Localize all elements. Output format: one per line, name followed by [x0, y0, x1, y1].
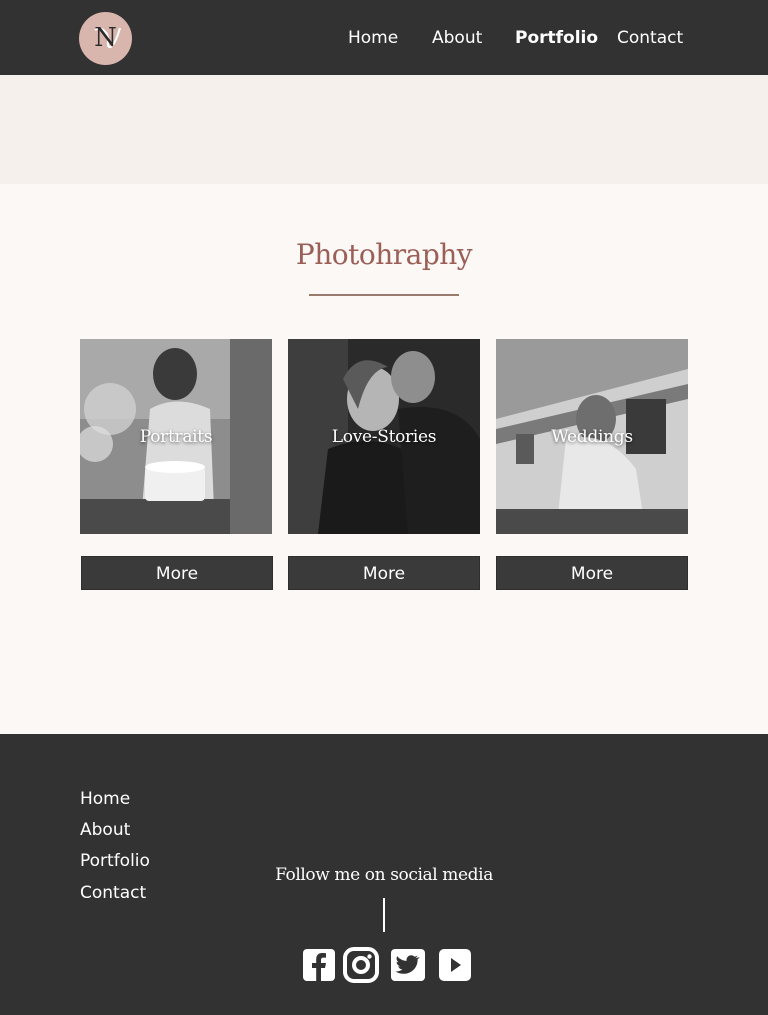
footer-link-contact[interactable]: Contact — [80, 882, 146, 904]
title-divider — [309, 294, 459, 296]
more-button-weddings[interactable]: More — [496, 556, 688, 590]
logo-letter: N — [94, 23, 117, 53]
footer-link-home[interactable]: Home — [80, 788, 130, 810]
youtube-icon[interactable] — [438, 946, 472, 984]
more-button-portraits[interactable]: More — [81, 556, 273, 590]
nav-home[interactable]: Home — [348, 27, 398, 49]
logo[interactable]: N — [79, 12, 132, 65]
more-button-love-stories[interactable]: More — [288, 556, 480, 590]
card-portraits[interactable]: Portraits — [80, 339, 272, 534]
card-weddings[interactable]: Weddings — [496, 339, 688, 534]
nav-portfolio[interactable]: Portfolio — [515, 27, 598, 49]
twitter-icon[interactable] — [390, 946, 426, 984]
card-label: Love-Stories — [331, 426, 437, 447]
nav-contact[interactable]: Contact — [617, 27, 683, 49]
hero-banner — [0, 75, 768, 184]
instagram-icon[interactable] — [343, 946, 379, 984]
site-header: N Home About Portfolio Contact — [0, 0, 768, 75]
card-label: Portraits — [139, 426, 213, 447]
card-love-stories[interactable]: Love-Stories — [288, 339, 480, 534]
follow-divider — [383, 898, 385, 932]
follow-heading: Follow me on social media — [275, 865, 493, 885]
card-label: Weddings — [551, 426, 633, 447]
nav-about[interactable]: About — [432, 27, 482, 49]
footer-link-about[interactable]: About — [80, 819, 130, 841]
section-title: Photohraphy — [295, 238, 473, 271]
facebook-icon[interactable] — [302, 946, 336, 984]
